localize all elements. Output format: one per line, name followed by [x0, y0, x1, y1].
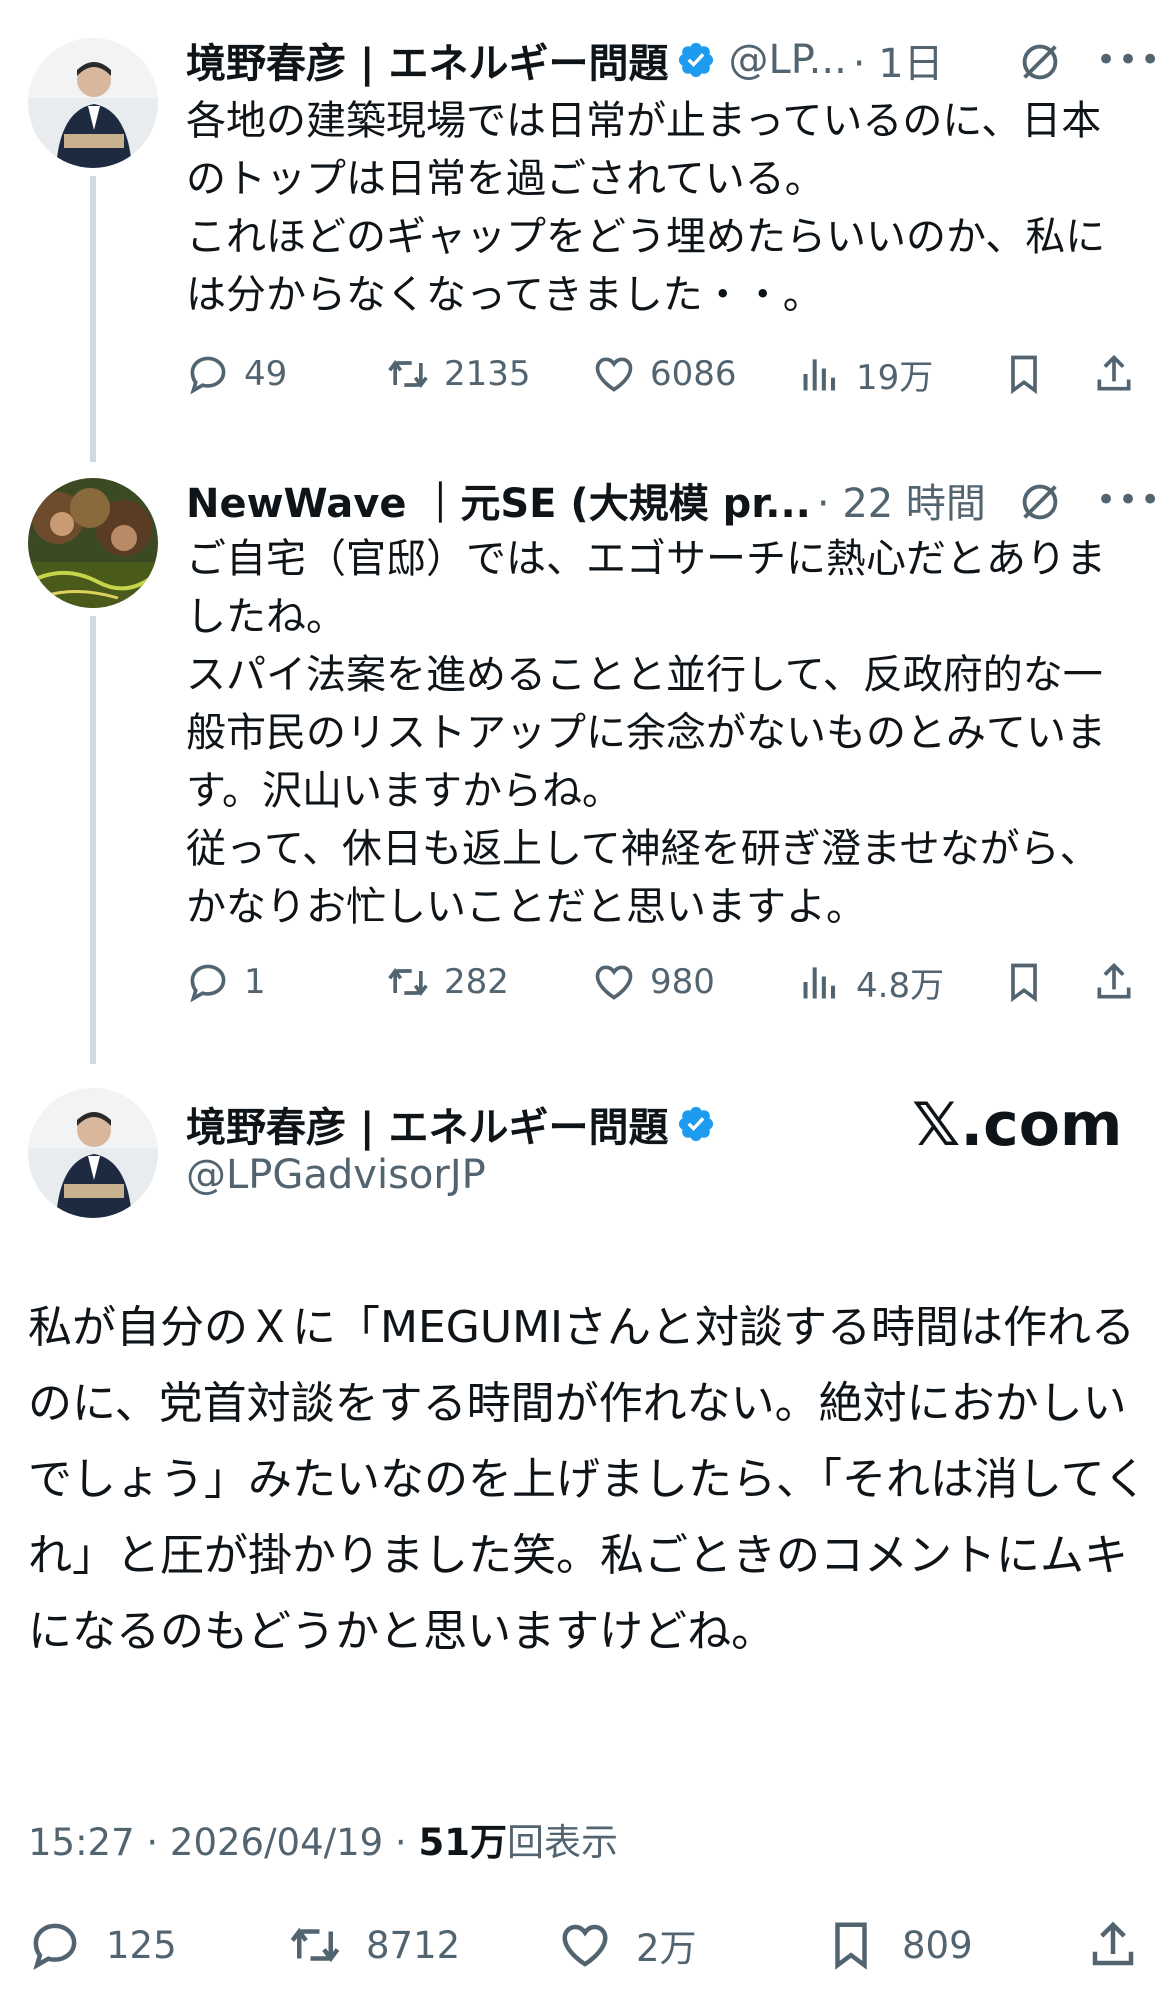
tweet1-header: 境野春彦 | エネルギー問題 @LP... · 1日	[186, 32, 944, 88]
views-count: 4.8万	[856, 965, 945, 1006]
retweet-button[interactable]: 2135	[386, 344, 531, 404]
reply-count: 49	[244, 354, 288, 394]
tweet1-handle[interactable]: @LP...	[728, 37, 846, 83]
share-button[interactable]	[1092, 344, 1136, 404]
like-count: 980	[650, 962, 715, 1002]
more-icon[interactable]: •••	[1096, 480, 1162, 520]
grok-icon[interactable]	[1018, 480, 1062, 524]
bookmark-button[interactable]	[1002, 344, 1046, 404]
tweet2-time[interactable]: · 22 時間	[817, 471, 986, 529]
main-views-label: 回表示	[506, 1821, 618, 1864]
avatar-newwave[interactable]	[28, 478, 158, 608]
main-views-count: 51万	[418, 1821, 507, 1864]
reply-icon	[190, 356, 226, 395]
tweet2-text: ご自宅（官邸）では、エゴサーチに熱心だとありましたね。 スパイ法案を進めることと…	[186, 536, 1106, 930]
share-icon	[1092, 1921, 1134, 1966]
main-header: 境野春彦 | エネルギー問題	[186, 1096, 728, 1152]
bookmark-icon	[835, 1922, 867, 1970]
retweet-icon	[388, 359, 428, 389]
main-tweet-actions: 125 8712 2万 809	[28, 1910, 1148, 1980]
retweet-icon	[290, 1927, 340, 1963]
main-tweet-time[interactable]: 15:27 · 2026/04/19 ·	[28, 1821, 418, 1864]
like-button[interactable]: 980	[592, 952, 715, 1012]
reply-icon	[33, 1923, 77, 1970]
like-button[interactable]: 6086	[592, 344, 737, 404]
views-icon	[803, 359, 836, 391]
share-icon	[1097, 354, 1131, 391]
bookmark-icon	[1011, 355, 1037, 395]
bookmark-button[interactable]	[1002, 952, 1046, 1012]
reply-button[interactable]: 1	[186, 952, 266, 1012]
main-tweet-meta: 15:27 · 2026/04/19 · 51万回表示	[28, 1812, 618, 1866]
avatar-sakaino-main[interactable]	[28, 1088, 158, 1218]
verified-badge-icon	[679, 42, 714, 78]
thread-line-1	[90, 176, 96, 462]
views-icon	[803, 967, 836, 999]
main-tweet-text: 私が自分のＸに「MEGUMIさんと対談する時間は作れるのに、党首対談をする時間が…	[28, 1302, 1148, 1657]
tweet1-text: 各地の建築現場では日常が止まっているのに、日本のトップは日常を過ごされている。 …	[186, 98, 1106, 318]
retweet-icon	[388, 967, 428, 997]
retweet-button[interactable]: 8712	[288, 1910, 460, 1980]
retweet-count: 282	[444, 962, 509, 1002]
tweet1-actions: 49 2135 6086 19万	[186, 344, 1136, 404]
views-button[interactable]: 4.8万	[798, 952, 944, 1012]
reply-button[interactable]: 125	[28, 1910, 177, 1980]
views-button[interactable]: 19万	[798, 344, 933, 404]
main-handle[interactable]: @LPGadvisorJP	[186, 1152, 486, 1198]
grok-icon[interactable]	[1018, 40, 1062, 84]
share-button[interactable]	[1086, 1910, 1140, 1980]
retweet-count: 2135	[444, 354, 531, 394]
heart-icon	[595, 357, 633, 392]
avatar-sakaino-1[interactable]	[28, 38, 158, 168]
share-button[interactable]	[1092, 952, 1136, 1012]
like-count: 2万	[636, 1927, 697, 1970]
tweet2-display-name[interactable]: NewWave ｜元SE (大規模 pr...	[186, 471, 811, 529]
x-com-watermark: 𝕏.com	[912, 1090, 1123, 1160]
like-count: 6086	[650, 354, 737, 394]
more-icon[interactable]: •••	[1096, 40, 1162, 80]
share-icon	[1097, 962, 1131, 999]
like-button[interactable]: 2万	[558, 1910, 697, 1980]
tweet2-header: NewWave ｜元SE (大規模 pr... · 22 時間	[186, 472, 986, 528]
bookmark-count: 809	[902, 1923, 973, 1967]
verified-badge-icon	[679, 1106, 714, 1142]
heart-icon	[595, 965, 633, 1000]
views-count: 19万	[856, 357, 934, 398]
retweet-button[interactable]: 282	[386, 952, 509, 1012]
main-display-name[interactable]: 境野春彦 | エネルギー問題	[186, 1095, 668, 1153]
tweet1-display-name[interactable]: 境野春彦 | エネルギー問題	[186, 31, 668, 89]
reply-button[interactable]: 49	[186, 344, 287, 404]
retweet-count: 8712	[366, 1923, 461, 1967]
bookmark-button[interactable]: 809	[824, 1910, 973, 1980]
tweet1-time[interactable]: · 1日	[853, 31, 944, 89]
reply-count: 125	[106, 1923, 177, 1967]
tweet2-actions: 1 282 980 4.8万	[186, 952, 1136, 1012]
heart-icon	[562, 1924, 608, 1967]
reply-count: 1	[244, 962, 266, 1002]
bookmark-icon	[1011, 963, 1037, 1003]
thread-line-2	[90, 616, 96, 1064]
reply-icon	[190, 964, 226, 1003]
